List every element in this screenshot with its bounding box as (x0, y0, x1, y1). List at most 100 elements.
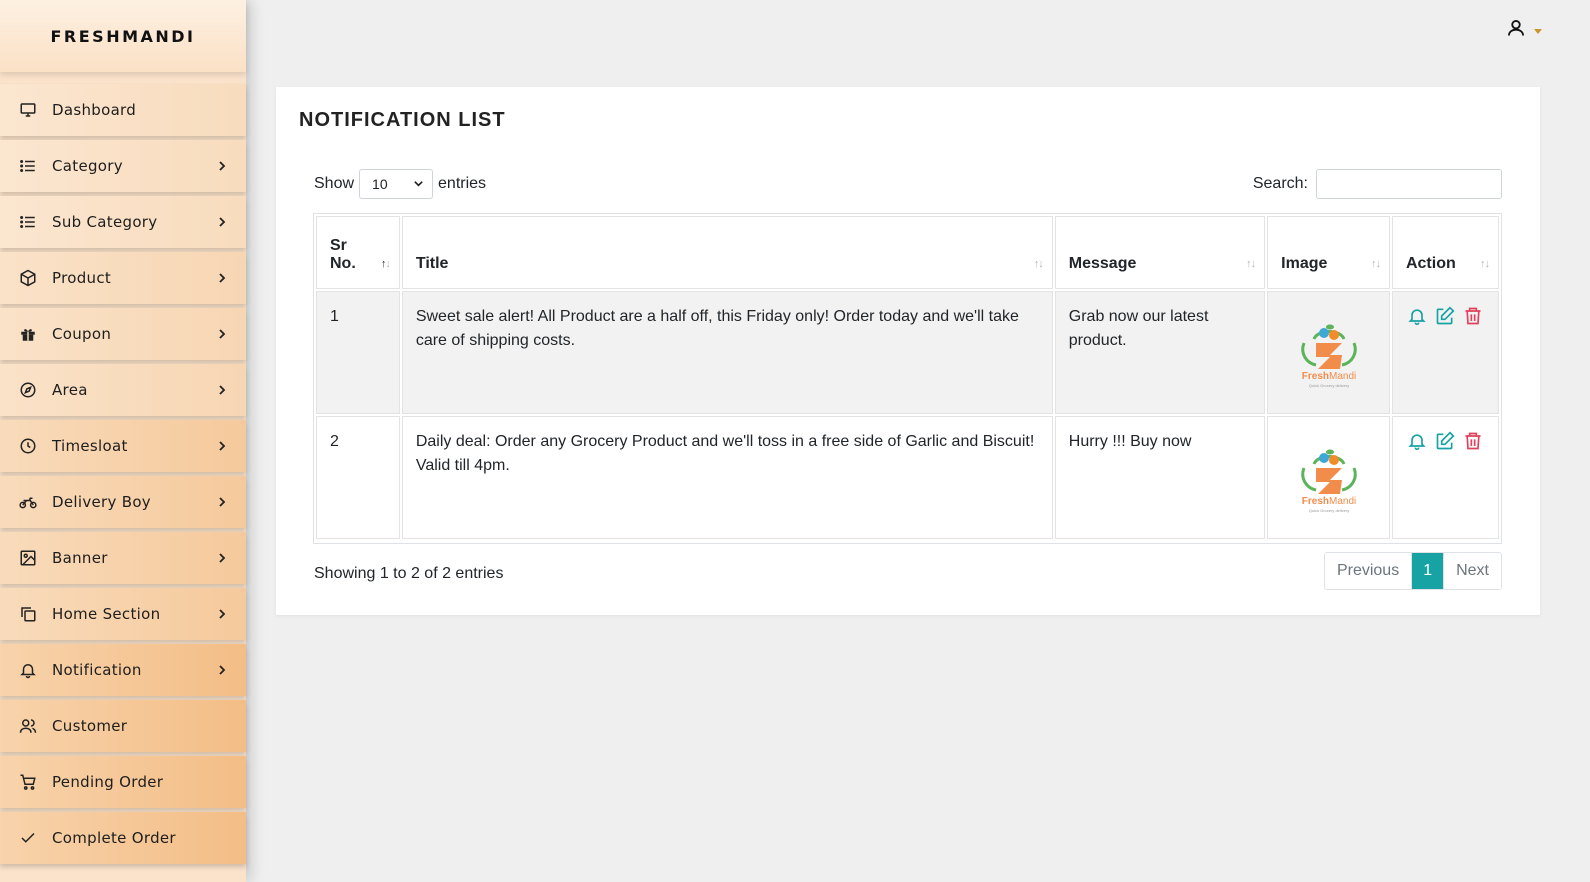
cell-sr: 1 (316, 291, 400, 414)
sidebar-item-label: Sub Category (52, 213, 158, 231)
delete-icon[interactable] (1462, 305, 1484, 327)
cell-title: Sweet sale alert! All Product are a half… (401, 291, 1053, 414)
cell-image: Fresh Mandi Quick Grocery delivery (1267, 416, 1390, 539)
sidebar-item-delivery-boy[interactable]: Delivery Boy (0, 476, 246, 528)
sidebar-item-sub-category[interactable]: Sub Category (0, 196, 246, 248)
chevron-right-icon (216, 160, 228, 172)
edit-icon[interactable] (1434, 305, 1456, 327)
cell-sr: 2 (316, 416, 400, 539)
cell-message: Grab now our latest product. (1054, 291, 1266, 414)
chevron-right-icon (216, 272, 228, 284)
sidebar-item-timesloat[interactable]: Timesloat (0, 420, 246, 472)
pagination: Previous 1 Next (1323, 552, 1502, 590)
entries-label: entries (438, 175, 487, 192)
user-menu[interactable] (1506, 18, 1542, 42)
sidebar-item-complete-order[interactable]: Complete Order (0, 812, 246, 864)
sidebar-item-category[interactable]: Category (0, 140, 246, 192)
sidebar-item-coupon[interactable]: Coupon (0, 308, 246, 360)
sidebar-menu: Dashboard Category Sub Category Product (0, 84, 246, 868)
logo-text-mandi: Mandi (1329, 496, 1356, 507)
header-sr-line1: Sr (330, 237, 347, 254)
chevron-right-icon (216, 664, 228, 676)
entries-length-control: Show 10 entries (314, 169, 486, 199)
chevron-right-icon (216, 552, 228, 564)
column-header-message[interactable]: Message ↑↓ (1054, 216, 1266, 289)
sidebar-item-dashboard[interactable]: Dashboard (0, 84, 246, 136)
compass-icon (17, 379, 39, 401)
motorcycle-icon (17, 491, 39, 513)
send-notification-bell-icon[interactable] (1406, 430, 1428, 452)
header-sr-line2: No. (330, 255, 356, 272)
sidebar-item-home-section[interactable]: Home Section (0, 588, 246, 640)
column-header-title[interactable]: Title ↑↓ (401, 216, 1053, 289)
freshmandi-logo: Fresh Mandi Quick Grocery delivery (1281, 305, 1376, 391)
user-icon (1506, 18, 1526, 42)
sidebar-item-pending-order[interactable]: Pending Order (0, 756, 246, 808)
sidebar-item-notification[interactable]: Notification (0, 644, 246, 696)
sidebar-item-label: Area (52, 381, 88, 399)
cart-icon (17, 771, 39, 793)
list-icon (17, 211, 39, 233)
column-header-sr-no[interactable]: Sr No. ↑↓ (316, 216, 400, 289)
sort-icon: ↑↓ (1246, 258, 1256, 270)
header-message: Message (1068, 255, 1137, 272)
sort-icon: ↑↓ (1370, 258, 1381, 270)
column-header-image[interactable]: Image ↑↓ (1267, 216, 1390, 289)
clock-icon (17, 435, 39, 457)
chevron-right-icon (216, 496, 228, 508)
chevron-right-icon (216, 608, 228, 620)
header-image: Image (1281, 255, 1328, 272)
sort-icon: ↑↓ (1033, 258, 1044, 270)
sidebar-item-product[interactable]: Product (0, 252, 246, 304)
logo-text-fresh: Fresh (1301, 371, 1328, 382)
monitor-icon (17, 99, 39, 121)
table-info: Showing 1 to 2 of 2 entries (314, 565, 504, 582)
brand-logo[interactable]: FRESHMANDI (0, 0, 246, 72)
show-label: Show (314, 175, 355, 192)
sidebar-item-label: Delivery Boy (52, 493, 151, 511)
send-notification-bell-icon[interactable] (1406, 305, 1428, 327)
pagination-page-1[interactable]: 1 (1412, 553, 1444, 589)
entries-select[interactable]: 10 (359, 169, 434, 199)
sort-icon: ↑↓ (1480, 258, 1490, 270)
chevron-right-icon (216, 216, 228, 228)
entries-select-value: 10 (372, 176, 388, 192)
cell-image: Fresh Mandi Quick Grocery delivery (1267, 291, 1390, 414)
sidebar-item-area[interactable]: Area (0, 364, 246, 416)
table-row: 2 Daily deal: Order any Grocery Product … (316, 416, 1499, 539)
logo-tagline: Quick Grocery delivery (1308, 383, 1348, 388)
sidebar-item-customer[interactable]: Customer (0, 700, 246, 752)
table-row: 1 Sweet sale alert! All Product are a ha… (316, 291, 1499, 414)
column-header-action[interactable]: Action ↑↓ (1391, 216, 1499, 289)
header-title: Title (415, 255, 449, 272)
sidebar-item-label: Pending Order (52, 773, 164, 791)
sort-asc-icon: ↑↓ (380, 258, 391, 270)
cell-actions (1391, 291, 1499, 414)
cell-actions (1391, 416, 1499, 539)
check-icon (17, 827, 39, 849)
search-input[interactable] (1316, 169, 1502, 199)
edit-icon[interactable] (1434, 430, 1456, 452)
freshmandi-logo: Fresh Mandi Quick Grocery delivery (1281, 430, 1376, 516)
pagination-previous-button[interactable]: Previous (1324, 553, 1413, 589)
sidebar-item-label: Banner (52, 549, 108, 567)
sidebar: FRESHMANDI Dashboard Category Sub Catego… (0, 0, 246, 882)
pagination-next-button[interactable]: Next (1443, 553, 1501, 589)
logo-text-fresh: Fresh (1301, 496, 1328, 507)
sidebar-item-label: Coupon (52, 325, 112, 343)
chevron-right-icon (216, 384, 228, 396)
sidebar-item-label: Complete Order (52, 829, 176, 847)
notification-table: Sr No. ↑↓ Title ↑↓ Message ↑↓ Image ↑↓ A… (314, 214, 1501, 541)
notification-card: NOTIFICATION LIST Show 10 entries Search… (276, 87, 1540, 615)
sidebar-item-banner[interactable]: Banner (0, 532, 246, 584)
delete-icon[interactable] (1462, 430, 1484, 452)
cell-message: Hurry !!! Buy now (1054, 416, 1266, 539)
caret-down-icon (1534, 28, 1542, 34)
logo-tagline: Quick Grocery delivery (1308, 508, 1348, 513)
sidebar-item-label: Dashboard (52, 101, 137, 119)
logo-text-mandi: Mandi (1329, 371, 1356, 382)
sidebar-item-label: Customer (52, 717, 128, 735)
bell-icon (17, 659, 39, 681)
users-icon (17, 715, 39, 737)
sidebar-item-label: Notification (52, 661, 142, 679)
